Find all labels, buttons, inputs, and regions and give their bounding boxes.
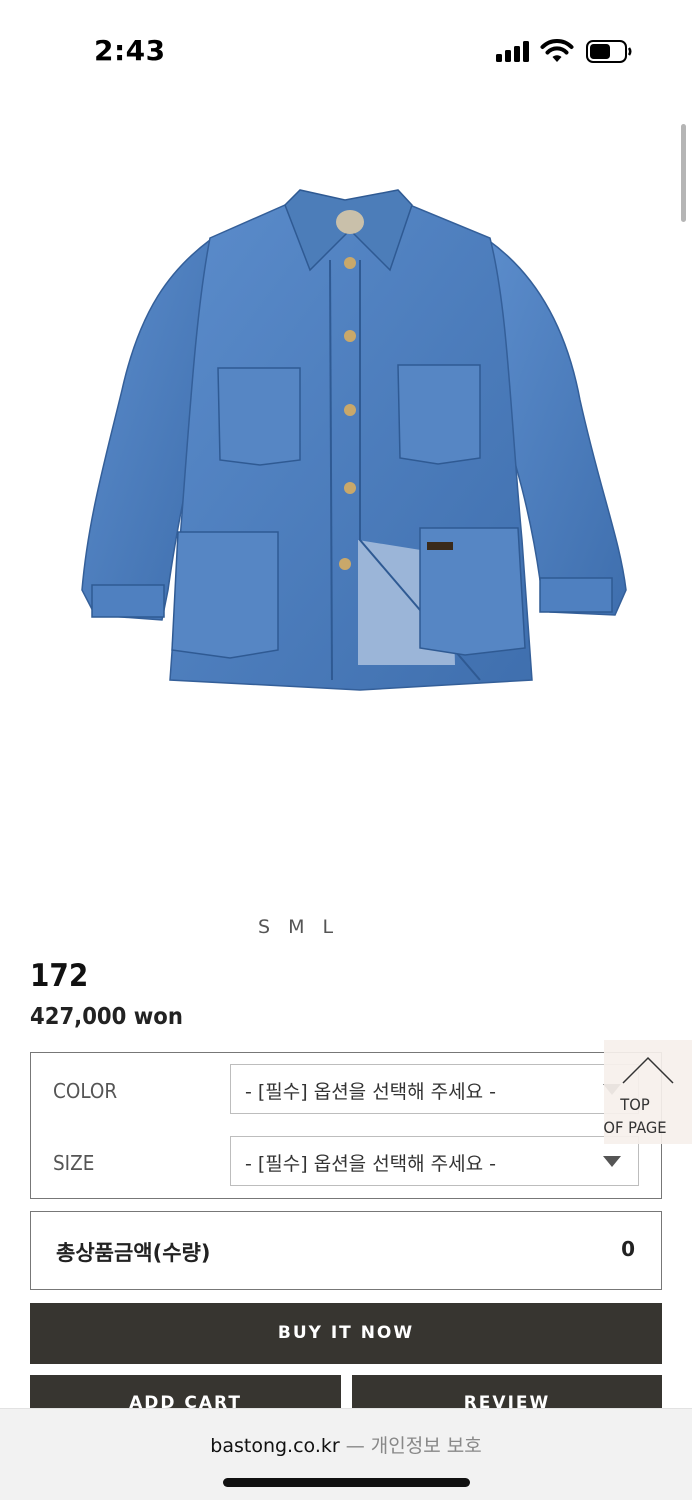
privacy-text: — 개인정보 보호 <box>345 1435 482 1457</box>
size-label: SIZE <box>53 1151 95 1175</box>
top-of-page-button[interactable]: TOP OF PAGE <box>603 1040 692 1144</box>
home-indicator[interactable] <box>223 1478 470 1487</box>
top-button-label-1: TOP <box>620 1095 650 1114</box>
scrollbar-thumb[interactable] <box>681 124 686 222</box>
battery-icon <box>586 40 632 63</box>
buy-now-button[interactable]: BUY IT NOW <box>30 1303 662 1364</box>
color-select-value: - [필수] 옵션을 선택해 주세요 - <box>245 1081 497 1103</box>
product-price: 427,000 won <box>30 1004 183 1030</box>
color-select[interactable]: - [필수] 옵션을 선택해 주세요 - <box>230 1064 639 1114</box>
up-chevron-icon <box>622 1056 674 1084</box>
product-image <box>81 189 627 691</box>
domain-text: bastong.co.kr <box>210 1435 340 1457</box>
total-label: 총상품금액(수량) <box>56 1241 211 1265</box>
address-text: bastong.co.kr — 개인정보 보호 <box>0 1431 692 1458</box>
status-bar: 2:43 <box>0 0 692 100</box>
available-sizes: S M L <box>258 916 340 938</box>
options-panel: COLOR - [필수] 옵션을 선택해 주세요 - SIZE - [필수] 옵… <box>30 1052 662 1199</box>
top-button-label-2: OF PAGE <box>603 1118 667 1137</box>
total-value: 0 <box>621 1237 635 1261</box>
product-name: 172 <box>30 958 89 994</box>
total-summary: 총상품금액(수량) 0 <box>30 1211 662 1290</box>
size-select[interactable]: - [필수] 옵션을 선택해 주세요 - <box>230 1136 639 1186</box>
status-time: 2:43 <box>94 34 166 67</box>
wifi-icon <box>540 39 574 62</box>
size-select-value: - [필수] 옵션을 선택해 주세요 - <box>245 1153 497 1175</box>
color-label: COLOR <box>53 1079 118 1103</box>
cellular-signal-icon <box>496 40 532 62</box>
dropdown-arrow-icon <box>603 1156 621 1167</box>
